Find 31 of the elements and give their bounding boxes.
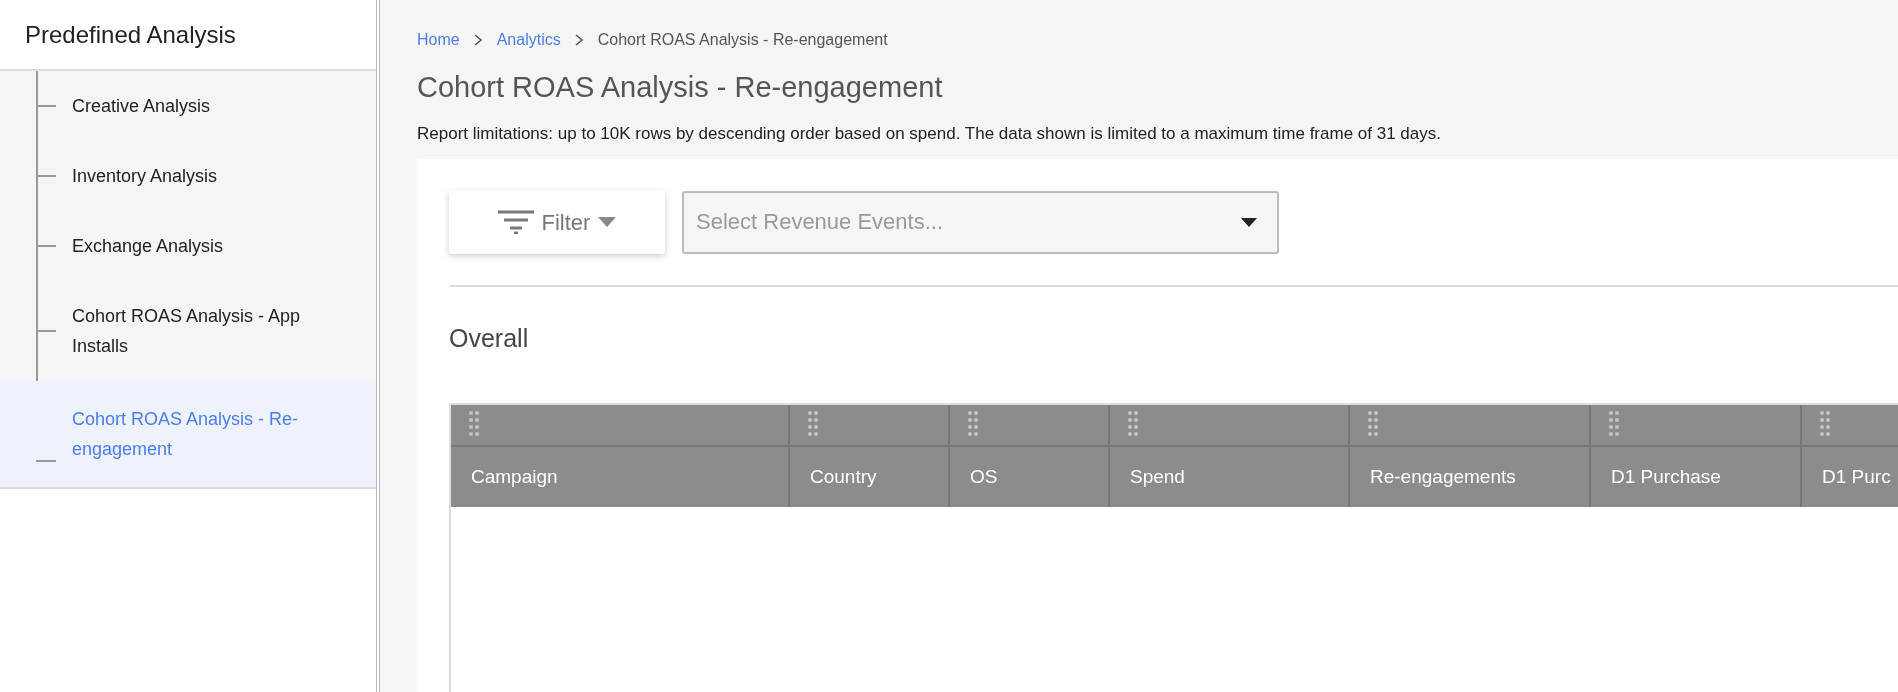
drag-handle-icon[interactable] [808, 411, 818, 437]
drag-handle-icon[interactable] [1368, 411, 1378, 437]
column-header[interactable]: Campaign [471, 462, 558, 492]
breadcrumb-current: Cohort ROAS Analysis - Re-engagement [597, 30, 888, 50]
drag-handle-icon[interactable] [469, 411, 479, 437]
drag-handle-icon[interactable] [1128, 411, 1138, 437]
filter-icon [497, 210, 534, 234]
column-header[interactable]: D1 Purchase [1611, 462, 1721, 492]
sidebar-item[interactable]: Creative Analysis [72, 91, 211, 121]
drag-handle-icon[interactable] [968, 411, 978, 437]
column-header[interactable]: Re-engagements [1370, 462, 1516, 492]
page-title: Cohort ROAS Analysis - Re-engagement [417, 70, 944, 105]
breadcrumb-separator-icon [473, 34, 483, 46]
breadcrumb-separator-icon [574, 34, 584, 46]
sidebar-item[interactable]: Exchange Analysis [72, 231, 224, 261]
section-title: Overall [449, 323, 530, 353]
report-limitations-text: Report limitations: up to 10K rows by descending order based on spend. The data shown is limited to a maximum time frame of 31 days. [417, 123, 1442, 145]
breadcrumb-link[interactable]: Home [417, 28, 460, 52]
caret-icon [1241, 217, 1257, 227]
sidebar-item[interactable]: Cohort ROAS Analysis - App Installs [72, 301, 302, 361]
column-header[interactable]: Spend [1130, 462, 1185, 492]
filter-button[interactable]: Filter [449, 190, 665, 254]
revenue-events-select[interactable]: Select Revenue Events... [682, 190, 1279, 254]
column-header[interactable]: OS [970, 462, 998, 492]
drag-handle-icon[interactable] [1609, 411, 1619, 437]
column-header[interactable]: D1 Purc [1822, 462, 1891, 492]
caret-icon [598, 217, 617, 227]
column-header[interactable]: Country [810, 462, 877, 492]
sidebar-item[interactable]: Inventory Analysis [72, 161, 218, 191]
drag-handle-icon[interactable] [1820, 411, 1830, 437]
breadcrumb-link[interactable]: Analytics [496, 28, 561, 52]
